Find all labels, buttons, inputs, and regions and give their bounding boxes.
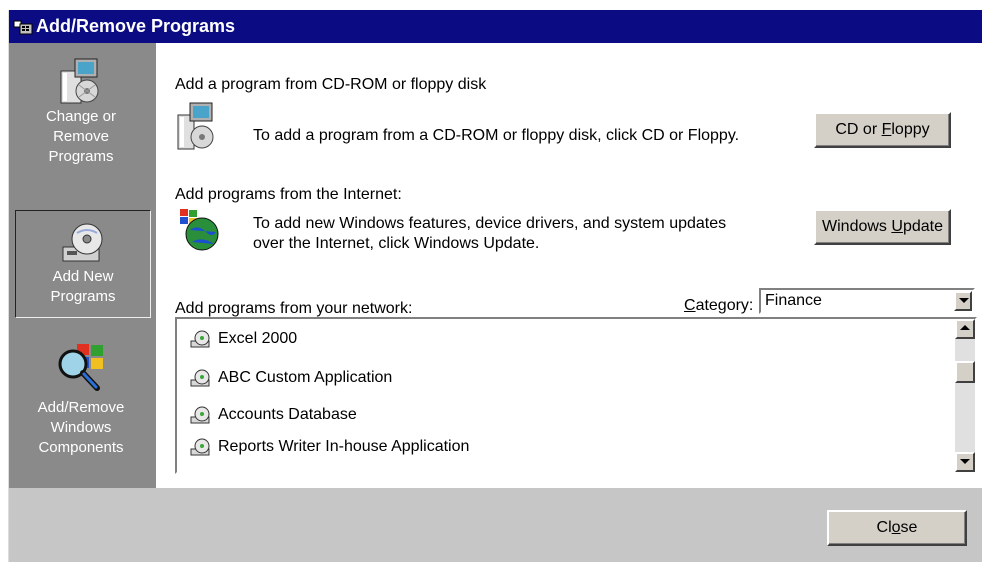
category-label-accel: C xyxy=(684,297,696,314)
cd-section-description: To add a program from a CD-ROM or floppy… xyxy=(253,127,740,144)
windows-update-button-accel: U xyxy=(891,218,903,235)
title-bar: Add/Remove Programs xyxy=(9,10,982,43)
add-remove-programs-window: Add/Remove Programs Change or Remove Pro… xyxy=(8,10,982,562)
add-new-programs-icon xyxy=(59,219,107,267)
sidebar-item-label-line3: Components xyxy=(38,439,124,456)
cd-or-floppy-button-label-post: loppy xyxy=(891,121,930,138)
close-button-label-post: se xyxy=(900,519,918,536)
sidebar-item-label-line1: Add/Remove xyxy=(37,399,125,416)
windows-update-button-label-pre: Windows xyxy=(822,218,892,235)
scroll-thumb[interactable] xyxy=(955,361,975,383)
sidebar-item-label-line1: Change or xyxy=(45,108,117,125)
windows-components-icon xyxy=(53,340,109,398)
list-item[interactable]: ABC Custom Application xyxy=(189,368,392,388)
network-programs-list[interactable]: Excel 2000 ABC Custom Application Accoun… xyxy=(175,317,977,474)
internet-section-description-line1: To add new Windows features, device driv… xyxy=(253,215,727,232)
footer-bar: Cl o se xyxy=(9,488,982,562)
scroll-down-button[interactable] xyxy=(955,452,975,472)
scroll-up-button[interactable] xyxy=(955,319,975,339)
category-select-value: Finance xyxy=(765,292,822,309)
cd-or-floppy-button-accel: F xyxy=(881,121,892,138)
cd-install-icon xyxy=(176,101,216,153)
list-item[interactable]: Excel 2000 xyxy=(189,329,297,349)
list-item[interactable]: Reports Writer In-house Application xyxy=(189,437,469,457)
list-item-label: Accounts Database xyxy=(218,406,357,423)
sidebar-item-change-remove-programs[interactable]: Change or Remove Programs xyxy=(9,55,153,195)
windows-update-button[interactable]: Windows Update xyxy=(814,209,951,245)
list-item-label: Excel 2000 xyxy=(218,330,298,347)
software-package-icon xyxy=(189,437,213,457)
sidebar-item-add-remove-windows-components[interactable]: Add/Remove Windows Components xyxy=(9,340,153,480)
category-select[interactable]: Finance xyxy=(759,288,975,314)
chevron-up-icon xyxy=(960,325,970,330)
vertical-scrollbar[interactable] xyxy=(955,319,975,472)
sidebar-item-label-line2: Windows xyxy=(50,419,112,436)
windows-update-button-label-post: pdate xyxy=(902,218,943,235)
sidebar: Change or Remove Programs Add New Progra… xyxy=(9,43,156,488)
close-button-accel: o xyxy=(891,519,901,536)
list-item[interactable]: Accounts Database xyxy=(189,405,357,425)
close-button[interactable]: Cl o se xyxy=(827,510,967,546)
chevron-down-icon xyxy=(959,298,969,303)
cd-or-floppy-button[interactable]: CD or Floppy xyxy=(814,112,951,148)
list-item-label: Reports Writer In-house Application xyxy=(218,438,470,455)
sidebar-item-label-line2: Programs xyxy=(50,288,116,305)
internet-section-description-line2: over the Internet, click Windows Update. xyxy=(253,235,540,252)
change-remove-icon xyxy=(55,55,107,107)
category-dropdown-button[interactable] xyxy=(954,291,972,311)
category-label-rest: ategory: xyxy=(695,297,754,314)
sidebar-item-label-line1: Add New xyxy=(52,268,114,285)
sidebar-item-label-line2: Remove xyxy=(53,128,109,145)
network-section-heading: Add programs from your network: xyxy=(175,300,413,317)
software-package-icon xyxy=(189,329,213,349)
internet-section-heading: Add programs from the Internet: xyxy=(175,186,402,203)
sidebar-item-add-new-programs[interactable]: Add New Programs xyxy=(15,210,151,318)
chevron-down-icon xyxy=(960,459,970,464)
windows-update-globe-icon xyxy=(176,206,220,254)
close-button-label-pre: Cl xyxy=(876,519,892,536)
software-package-icon xyxy=(189,405,213,425)
cd-section-heading: Add a program from CD-ROM or floppy disk xyxy=(175,76,487,93)
programs-window-icon xyxy=(13,18,33,36)
sidebar-item-label-line3: Programs xyxy=(48,148,114,165)
cd-or-floppy-button-label-pre: CD or xyxy=(835,121,882,138)
window-title: Add/Remove Programs xyxy=(36,16,236,36)
category-label: Category: xyxy=(684,297,753,315)
software-package-icon xyxy=(189,368,213,388)
list-item-label: ABC Custom Application xyxy=(218,369,393,386)
